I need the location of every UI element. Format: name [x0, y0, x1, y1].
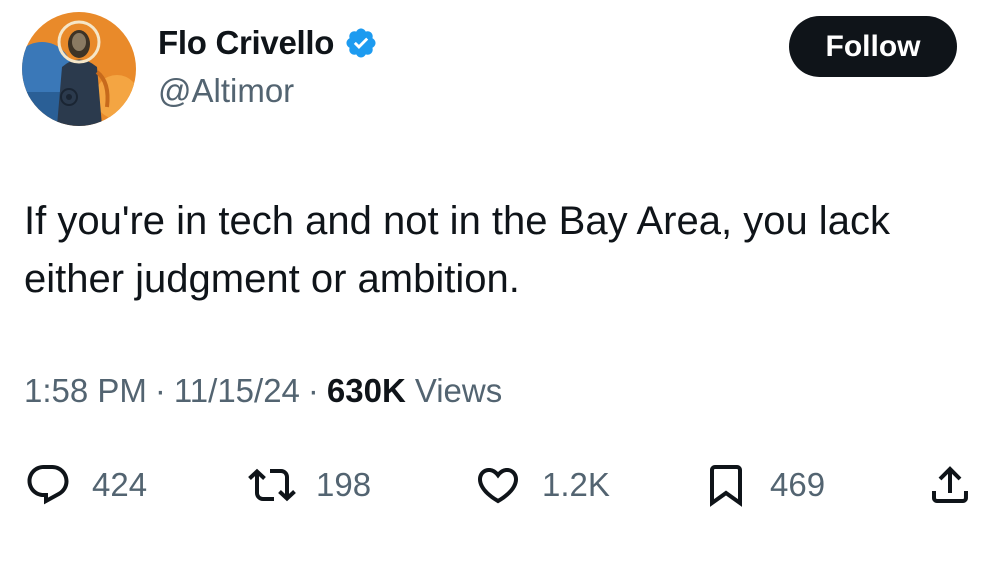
tweet-date[interactable]: 11/15/24 — [174, 372, 300, 410]
like-button[interactable]: 1.2K — [474, 455, 610, 515]
heart-icon — [474, 461, 522, 509]
bookmark-count: 469 — [770, 466, 826, 503]
repost-button[interactable]: 198 — [248, 455, 371, 515]
bookmark-button[interactable]: 469 — [702, 455, 825, 515]
bookmark-icon — [702, 461, 750, 509]
meta-separator: · — [307, 372, 319, 409]
views-label: Views — [414, 372, 503, 409]
repost-icon — [248, 461, 296, 509]
meta-separator: · — [154, 372, 166, 409]
avatar-image — [22, 12, 136, 126]
user-name-row: Flo Crivello — [158, 24, 378, 62]
views-count: 630K — [326, 372, 406, 409]
display-name[interactable]: Flo Crivello — [158, 24, 334, 62]
follow-button[interactable]: Follow — [789, 16, 957, 77]
share-button[interactable] — [926, 455, 974, 515]
verified-badge-icon[interactable] — [344, 26, 378, 60]
tweet-time[interactable]: 1:58 PM — [24, 372, 147, 410]
reply-count: 424 — [92, 466, 148, 503]
tweet-actions: 424 198 1.2K 469 — [0, 455, 1000, 515]
repost-count: 198 — [316, 466, 372, 503]
share-icon — [926, 461, 974, 509]
like-count: 1.2K — [542, 466, 610, 503]
reply-button[interactable]: 424 — [24, 455, 147, 515]
avatar[interactable] — [22, 12, 136, 126]
tweet-meta: 1:58 PM · 11/15/24 · 630K Views — [24, 372, 502, 410]
reply-icon — [24, 461, 72, 509]
user-handle[interactable]: @Altimor — [158, 72, 294, 110]
tweet-text: If you're in tech and not in the Bay Are… — [24, 199, 890, 301]
